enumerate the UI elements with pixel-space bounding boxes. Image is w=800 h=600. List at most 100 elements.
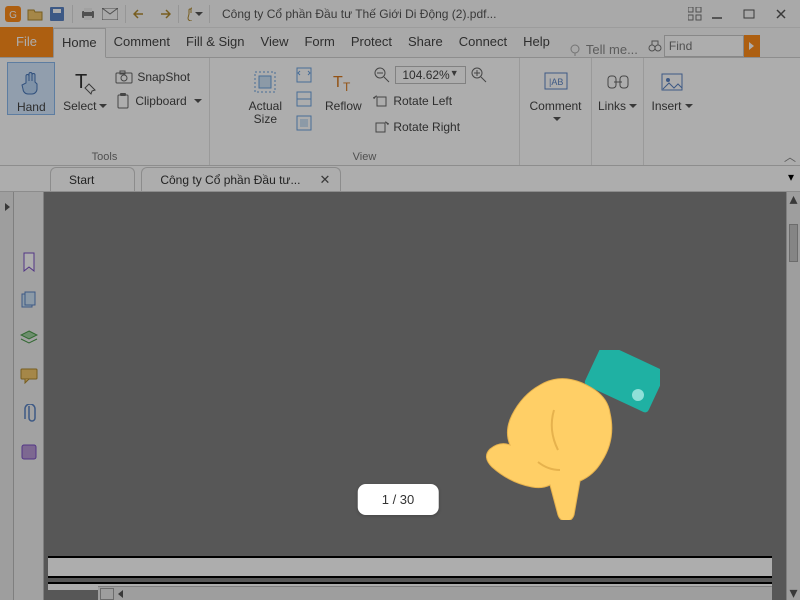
document-canvas[interactable] (44, 192, 786, 600)
fit-page-button[interactable] (295, 66, 313, 84)
bookmarks-icon[interactable] (19, 252, 39, 272)
file-tab[interactable]: File (0, 27, 53, 57)
tab-protect[interactable]: Protect (343, 27, 400, 57)
first-page-button[interactable] (100, 588, 114, 600)
close-button[interactable] (772, 5, 790, 23)
tab-fill-sign[interactable]: Fill & Sign (178, 27, 253, 57)
rotate-left-button[interactable]: Rotate Left (373, 90, 487, 112)
select-tool-button[interactable]: T Select (61, 62, 109, 113)
comment-button[interactable]: |AB Comment (532, 62, 580, 126)
typewriter-icon: |AB (540, 66, 572, 98)
group-insert: Insert (644, 58, 700, 165)
nav-panel-toggle[interactable] (0, 192, 14, 600)
signatures-icon[interactable] (19, 442, 39, 462)
reflow-button[interactable]: TT Reflow (319, 62, 367, 113)
separator (125, 5, 126, 23)
ribbon-display-icon[interactable] (686, 5, 704, 23)
links-label: Links (598, 100, 637, 113)
document-canvas-area: ▴ ▾ (0, 192, 800, 600)
zoom-value: 104.62% (402, 68, 449, 82)
close-tab-button[interactable]: ✕ (320, 172, 331, 188)
bulb-icon (568, 43, 582, 57)
binoculars-icon[interactable] (646, 37, 664, 55)
maximize-button[interactable] (740, 5, 758, 23)
fit-width-button[interactable] (295, 90, 313, 108)
comments-icon[interactable] (19, 366, 39, 386)
tools-small-buttons: SnapShot Clipboard (115, 62, 201, 112)
zoom-in-icon[interactable] (470, 66, 488, 84)
fit-visible-button[interactable] (295, 114, 313, 132)
find-box (646, 35, 760, 57)
save-icon[interactable] (48, 5, 66, 23)
actual-size-button[interactable]: Actual Size (241, 62, 289, 126)
comment-label: Comment (530, 100, 582, 126)
tell-me-label: Tell me... (586, 42, 638, 57)
navigation-sidebar (14, 192, 44, 600)
attachments-icon[interactable] (19, 404, 39, 424)
scroll-thumb[interactable] (789, 224, 798, 262)
group-view-label: View (353, 149, 377, 163)
group-comment-label (554, 149, 557, 163)
find-next-button[interactable] (744, 35, 760, 57)
link-icon (602, 66, 634, 98)
group-comment: |AB Comment (520, 58, 592, 165)
rotate-right-icon (373, 120, 389, 134)
titlebar: G Công ty Cổ phần Đầu tư Thế Giới Di Độn… (0, 0, 800, 28)
hand-icon (15, 67, 47, 99)
select-label: Select (63, 100, 107, 113)
tab-help[interactable]: Help (515, 27, 558, 57)
hand-quick-icon[interactable] (185, 5, 203, 23)
minimize-button[interactable] (708, 5, 726, 23)
find-input[interactable] (664, 35, 744, 57)
group-insert-label (670, 149, 673, 163)
scroll-up-button[interactable]: ▴ (787, 192, 800, 206)
tab-view[interactable]: View (253, 27, 297, 57)
group-tools: Hand T Select SnapShot Clipboard Tools (0, 58, 210, 165)
print-icon[interactable] (79, 5, 97, 23)
links-button[interactable]: Links (594, 62, 642, 113)
snapshot-button[interactable]: SnapShot (115, 66, 201, 88)
doc-tab-start[interactable]: Start (50, 167, 135, 191)
hand-tool-button[interactable]: Hand (7, 62, 55, 115)
rotate-right-button[interactable]: Rotate Right (373, 116, 487, 138)
vertical-scrollbar[interactable]: ▴ ▾ (786, 192, 800, 600)
tab-connect[interactable]: Connect (451, 27, 515, 57)
horizontal-scrollbar[interactable] (98, 586, 772, 600)
tab-form[interactable]: Form (296, 27, 342, 57)
clipboard-button[interactable]: Clipboard (115, 90, 201, 112)
doc-tab-current[interactable]: Công ty Cổ phần Đầu tư... ✕ (141, 167, 341, 191)
layers-icon[interactable] (19, 328, 39, 348)
pages-icon[interactable] (19, 290, 39, 310)
prev-page-icon[interactable] (116, 589, 126, 599)
separator (72, 5, 73, 23)
email-icon[interactable] (101, 5, 119, 23)
tell-me-search[interactable]: Tell me... (568, 42, 638, 57)
tab-share[interactable]: Share (400, 27, 451, 57)
zoom-out-icon[interactable] (373, 66, 391, 84)
actual-size-icon (249, 66, 281, 98)
hand-label: Hand (17, 101, 46, 114)
svg-text:G: G (9, 10, 17, 21)
collapse-ribbon-button[interactable]: ︿ (784, 148, 796, 165)
tab-home[interactable]: Home (53, 28, 106, 58)
rotate-right-label: Rotate Right (393, 120, 460, 134)
reflow-icon: TT (327, 66, 359, 98)
document-tabs: Start Công ty Cổ phần Đầu tư... ✕ ▾ (0, 166, 800, 192)
group-links: Links (592, 58, 644, 165)
insert-button[interactable]: Insert (648, 62, 696, 113)
zoom-value-box[interactable]: 104.62%▼ (395, 66, 465, 84)
group-links-label (616, 149, 619, 163)
doc-tab-start-label: Start (69, 173, 94, 187)
undo-icon[interactable] (132, 5, 150, 23)
snapshot-label: SnapShot (137, 70, 190, 84)
page-indicator: 1 / 30 (358, 484, 439, 515)
insert-icon (656, 66, 688, 98)
insert-label: Insert (651, 100, 692, 113)
scroll-down-button[interactable]: ▾ (787, 586, 800, 600)
open-icon[interactable] (26, 5, 44, 23)
tab-comment[interactable]: Comment (106, 27, 178, 57)
svg-text:T: T (343, 80, 351, 94)
tabs-menu-button[interactable]: ▾ (788, 170, 794, 184)
reflow-label: Reflow (325, 100, 362, 113)
redo-icon[interactable] (154, 5, 172, 23)
